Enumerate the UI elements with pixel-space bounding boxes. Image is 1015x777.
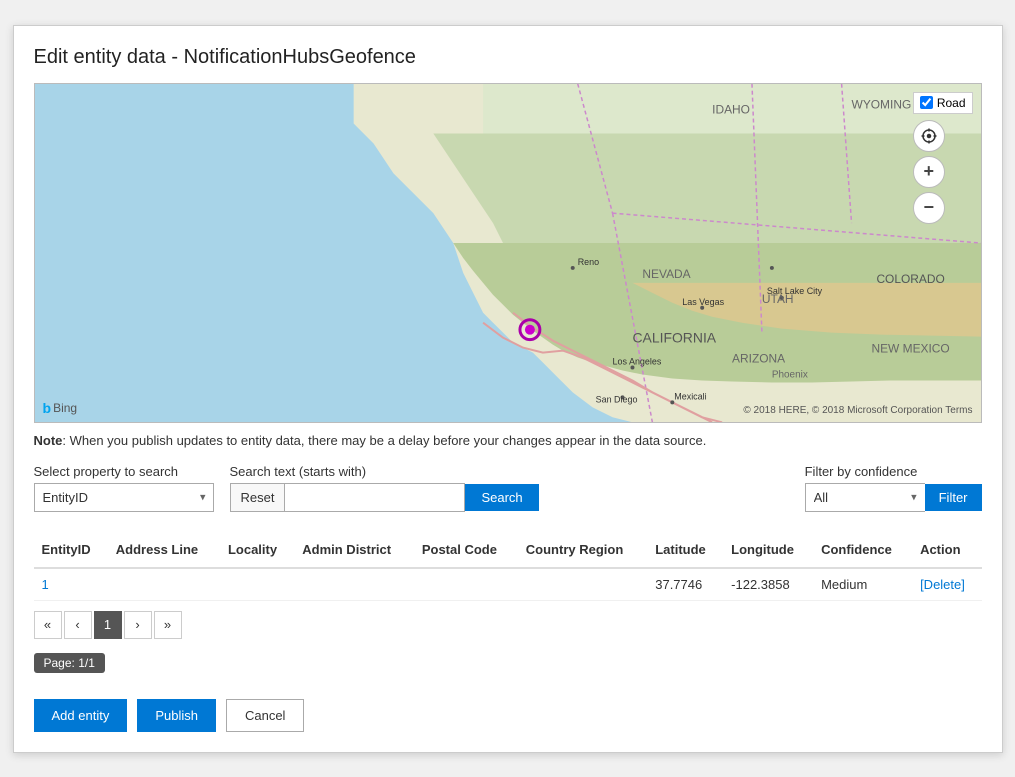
col-latitude: Latitude bbox=[647, 532, 723, 568]
cell-latitude: 37.7746 bbox=[647, 568, 723, 601]
property-field-group: Select property to search EntityID bbox=[34, 464, 214, 512]
road-checkbox[interactable] bbox=[920, 96, 933, 109]
road-label: Road bbox=[937, 96, 966, 110]
map-container: Reno Las Vegas Los Angeles San Diego Mex… bbox=[34, 83, 982, 423]
note-text: Note: When you publish updates to entity… bbox=[34, 433, 982, 448]
svg-text:Los Angeles: Los Angeles bbox=[612, 356, 661, 366]
svg-text:NEVADA: NEVADA bbox=[642, 266, 690, 280]
col-postal-code: Postal Code bbox=[414, 532, 518, 568]
entity-table: EntityID Address Line Locality Admin Dis… bbox=[34, 532, 982, 601]
cancel-button[interactable]: Cancel bbox=[226, 699, 304, 732]
footer-buttons: Add entity Publish Cancel bbox=[34, 699, 982, 732]
road-toggle[interactable]: Road bbox=[913, 92, 973, 114]
svg-text:Mexicali: Mexicali bbox=[674, 391, 706, 401]
cell-postal-code bbox=[414, 568, 518, 601]
page-first-btn[interactable]: « bbox=[34, 611, 62, 639]
bing-logo: b Bing bbox=[43, 400, 78, 416]
search-text-group: Search text (starts with) Reset Search bbox=[230, 464, 539, 512]
svg-text:Las Vegas: Las Vegas bbox=[682, 296, 724, 306]
search-input-row: Reset Search bbox=[230, 483, 539, 512]
cell-confidence: Medium bbox=[813, 568, 912, 601]
svg-text:IDAHO: IDAHO bbox=[712, 102, 750, 116]
col-country-region: Country Region bbox=[518, 532, 647, 568]
bing-b-icon: b bbox=[43, 400, 52, 416]
dialog-title: Edit entity data - NotificationHubsGeofe… bbox=[34, 46, 982, 69]
property-label: Select property to search bbox=[34, 464, 214, 479]
svg-text:NEW MEXICO: NEW MEXICO bbox=[871, 341, 949, 355]
delete-link[interactable]: [Delete] bbox=[920, 577, 965, 592]
cell-entity-id: 1 bbox=[34, 568, 108, 601]
svg-text:COLORADO: COLORADO bbox=[876, 271, 944, 285]
bing-text: Bing bbox=[53, 401, 77, 415]
col-address-line: Address Line bbox=[108, 532, 220, 568]
svg-text:WYOMING: WYOMING bbox=[851, 97, 911, 111]
search-input[interactable] bbox=[285, 483, 465, 512]
col-locality: Locality bbox=[220, 532, 294, 568]
col-admin-district: Admin District bbox=[294, 532, 414, 568]
svg-text:San Diego: San Diego bbox=[595, 394, 637, 404]
entity-id-link[interactable]: 1 bbox=[42, 577, 49, 592]
edit-entity-dialog: Edit entity data - NotificationHubsGeofe… bbox=[13, 25, 1003, 753]
locate-icon bbox=[920, 127, 938, 145]
svg-text:Reno: Reno bbox=[577, 256, 598, 266]
note-content: : When you publish updates to entity dat… bbox=[62, 433, 706, 448]
publish-button[interactable]: Publish bbox=[137, 699, 216, 732]
zoom-out-btn[interactable]: − bbox=[913, 192, 945, 224]
property-select-wrapper: EntityID bbox=[34, 483, 214, 512]
zoom-in-btn[interactable]: + bbox=[913, 156, 945, 188]
cell-locality bbox=[220, 568, 294, 601]
table-header-row: EntityID Address Line Locality Admin Dis… bbox=[34, 532, 982, 568]
svg-text:Phoenix: Phoenix bbox=[771, 369, 807, 380]
filter-button[interactable]: Filter bbox=[925, 484, 982, 511]
locate-btn[interactable] bbox=[913, 120, 945, 152]
svg-text:UTAH: UTAH bbox=[761, 291, 793, 305]
page-last-btn[interactable]: » bbox=[154, 611, 182, 639]
page-current-btn[interactable]: 1 bbox=[94, 611, 122, 639]
col-longitude: Longitude bbox=[723, 532, 813, 568]
svg-text:CALIFORNIA: CALIFORNIA bbox=[632, 329, 716, 345]
cell-country-region bbox=[518, 568, 647, 601]
pagination: « ‹ 1 › » bbox=[34, 611, 982, 639]
filter-group: Filter by confidence All High Medium Low… bbox=[805, 464, 982, 512]
search-row: Select property to search EntityID Searc… bbox=[34, 464, 982, 512]
property-select[interactable]: EntityID bbox=[34, 483, 214, 512]
table-header: EntityID Address Line Locality Admin Dis… bbox=[34, 532, 982, 568]
cell-action: [Delete] bbox=[912, 568, 981, 601]
svg-text:ARIZONA: ARIZONA bbox=[732, 351, 785, 365]
reset-button[interactable]: Reset bbox=[230, 483, 286, 512]
page-next-btn[interactable]: › bbox=[124, 611, 152, 639]
map-controls: Road + − bbox=[913, 92, 973, 228]
table-body: 1 37.7746 -122.3858 Medium [Delete] bbox=[34, 568, 982, 601]
filter-row: All High Medium Low Filter bbox=[805, 483, 982, 512]
add-entity-button[interactable]: Add entity bbox=[34, 699, 128, 732]
cell-admin-district bbox=[294, 568, 414, 601]
table-row: 1 37.7746 -122.3858 Medium [Delete] bbox=[34, 568, 982, 601]
cell-address-line bbox=[108, 568, 220, 601]
col-entity-id: EntityID bbox=[34, 532, 108, 568]
note-bold: Note bbox=[34, 433, 63, 448]
search-button[interactable]: Search bbox=[465, 484, 538, 511]
filter-label: Filter by confidence bbox=[805, 464, 982, 479]
page-prev-btn[interactable]: ‹ bbox=[64, 611, 92, 639]
filter-select-wrapper: All High Medium Low bbox=[805, 483, 925, 512]
search-text-label: Search text (starts with) bbox=[230, 464, 539, 479]
filter-select[interactable]: All High Medium Low bbox=[805, 483, 925, 512]
map-svg: Reno Las Vegas Los Angeles San Diego Mex… bbox=[35, 84, 981, 422]
col-confidence: Confidence bbox=[813, 532, 912, 568]
cell-longitude: -122.3858 bbox=[723, 568, 813, 601]
col-action: Action bbox=[912, 532, 981, 568]
map-copyright: © 2018 HERE, © 2018 Microsoft Corporatio… bbox=[743, 405, 972, 416]
page-info: Page: 1/1 bbox=[34, 653, 105, 673]
